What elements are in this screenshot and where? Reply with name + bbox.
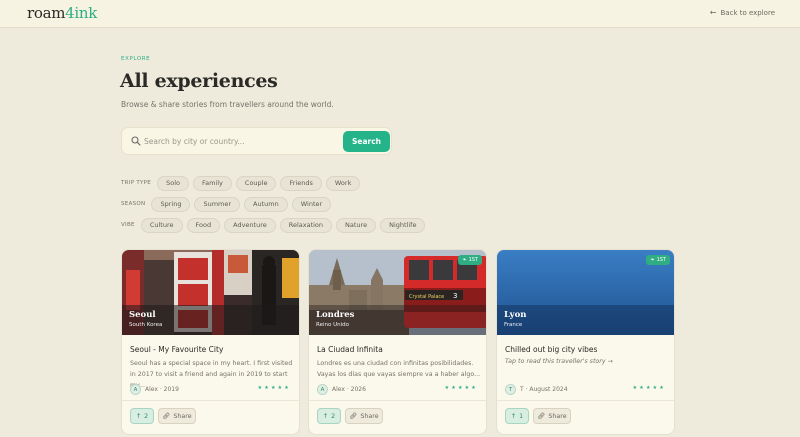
chip-adventure[interactable]: Adventure	[224, 217, 276, 233]
card-title: Chilled out big city vibes	[505, 345, 598, 354]
back-link-label: Back to explore	[720, 8, 776, 17]
search-icon	[131, 136, 141, 146]
star-rating: ★★★★★	[444, 385, 478, 391]
star-rating: ★★★★★	[632, 385, 666, 391]
card-photo-londres: Crystal Palace 3 ❧ 1ST Londres Reino Uni…	[309, 250, 486, 335]
experience-card[interactable]: ❧ 1ST Lyon France Chilled out big city v…	[496, 249, 675, 435]
chip-family[interactable]: Family	[192, 175, 232, 191]
star-rating: ★★★★★	[257, 385, 291, 391]
chip-food[interactable]: Food	[186, 217, 221, 233]
arrow-up-icon: ↑	[322, 412, 329, 420]
card-place-name: Lyon	[504, 310, 527, 320]
card-divider	[497, 400, 674, 401]
filter-label-vibe: VIBE	[121, 222, 135, 228]
chip-relaxation[interactable]: Relaxation	[279, 217, 333, 233]
chip-summer[interactable]: Summer	[194, 196, 241, 212]
card-divider	[122, 400, 299, 401]
card-photo-seoul: Seoul South Korea	[122, 250, 299, 335]
logo[interactable]: roam4ink	[27, 4, 97, 22]
card-place-country: France	[504, 322, 523, 328]
leaf-icon: ❧	[650, 257, 655, 263]
experience-card[interactable]: Seoul South Korea Seoul - My Favourite C…	[121, 249, 300, 435]
avatar: A	[317, 384, 328, 395]
card-place-country: South Korea	[129, 322, 163, 328]
avatar: A	[130, 384, 141, 395]
share-label: Share	[173, 412, 192, 420]
filter-row-trip-type: TRIP TYPE Solo Family Couple Friends Wor…	[121, 175, 364, 191]
share-button[interactable]: 🔗︎ Share	[533, 408, 571, 424]
card-author-meta: A Alex · 2026	[317, 384, 366, 395]
link-icon: 🔗︎	[537, 413, 546, 420]
upvote-count: 2	[331, 412, 336, 420]
arrow-left-icon: ←	[709, 8, 717, 17]
share-label: Share	[548, 412, 567, 420]
back-to-explore-link[interactable]: ← Back to explore	[710, 8, 775, 17]
author-meta-text: Alex · 2026	[332, 386, 366, 393]
chip-work[interactable]: Work	[325, 175, 361, 191]
arrow-up-icon: ↑	[135, 412, 142, 420]
share-button[interactable]: 🔗︎ Share	[158, 408, 196, 424]
link-icon: 🔗︎	[349, 413, 358, 420]
bus-route-number-text: 3	[453, 292, 457, 300]
author-meta-text: Alex · 2019	[145, 386, 179, 393]
link-icon: 🔗︎	[162, 413, 171, 420]
first-badge: ❧ 1ST	[646, 255, 670, 265]
search-bar: Search	[121, 127, 392, 155]
chip-couple[interactable]: Couple	[235, 175, 277, 191]
upvote-button[interactable]: ↑ 2	[130, 408, 154, 424]
chip-solo[interactable]: Solo	[157, 175, 189, 191]
logo-accent-text: 4ink	[65, 4, 98, 22]
card-place-name: Londres	[316, 310, 355, 320]
card-place-country: Reino Unido	[316, 322, 349, 328]
chip-nature[interactable]: Nature	[336, 217, 377, 233]
filter-label-season: SEASON	[121, 201, 146, 207]
top-bar: roam4ink ← Back to explore	[0, 0, 800, 28]
filter-row-vibe: VIBE Culture Food Adventure Relaxation N…	[121, 217, 429, 233]
page-subtitle: Browse & share stories from travellers a…	[121, 100, 334, 109]
upvote-button[interactable]: ↑ 1	[505, 408, 529, 424]
author-meta-text: T · August 2024	[520, 386, 568, 393]
first-badge: ❧ 1ST	[458, 255, 482, 265]
avatar: T	[505, 384, 516, 395]
filter-row-season: SEASON Spring Summer Autumn Winter	[121, 196, 335, 212]
page-title: All experiences	[120, 70, 278, 92]
search-button[interactable]: Search	[343, 131, 390, 152]
eyebrow-label: EXPLORE	[121, 56, 151, 62]
card-excerpt: Londres es una ciudad con infinitas posi…	[317, 360, 481, 378]
card-title: Seoul - My Favourite City	[130, 345, 224, 354]
card-author-meta: T T · August 2024	[505, 384, 568, 395]
card-place-name: Seoul	[129, 310, 156, 320]
share-label: Share	[360, 412, 379, 420]
filter-label-trip-type: TRIP TYPE	[121, 180, 152, 186]
chip-winter[interactable]: Winter	[291, 196, 332, 212]
bus-destination-text: Crystal Palace	[409, 294, 444, 300]
logo-text: roam	[27, 4, 66, 22]
experience-card[interactable]: Crystal Palace 3 ❧ 1ST Londres Reino Uni…	[308, 249, 487, 435]
chip-spring[interactable]: Spring	[151, 196, 191, 212]
upvote-count: 2	[144, 412, 149, 420]
leaf-icon: ❧	[462, 257, 467, 263]
card-photo-lyon: ❧ 1ST Lyon France	[497, 250, 674, 335]
share-button[interactable]: 🔗︎ Share	[345, 408, 383, 424]
card-title: La Ciudad Infinita	[317, 345, 383, 354]
chip-culture[interactable]: Culture	[140, 217, 183, 233]
search-input[interactable]	[144, 132, 334, 151]
card-divider	[309, 400, 486, 401]
badge-label: 1ST	[656, 257, 666, 263]
arrow-up-icon: ↑	[510, 412, 517, 420]
upvote-button[interactable]: ↑ 2	[317, 408, 341, 424]
chip-autumn[interactable]: Autumn	[244, 196, 288, 212]
upvote-count: 1	[519, 412, 524, 420]
read-story-prompt[interactable]: Tap to read this traveller's story →	[505, 358, 613, 365]
chip-friends[interactable]: Friends	[280, 175, 322, 191]
badge-label: 1ST	[468, 257, 478, 263]
chip-nightlife[interactable]: Nightlife	[380, 217, 426, 233]
card-author-meta: A Alex · 2019	[130, 384, 179, 395]
